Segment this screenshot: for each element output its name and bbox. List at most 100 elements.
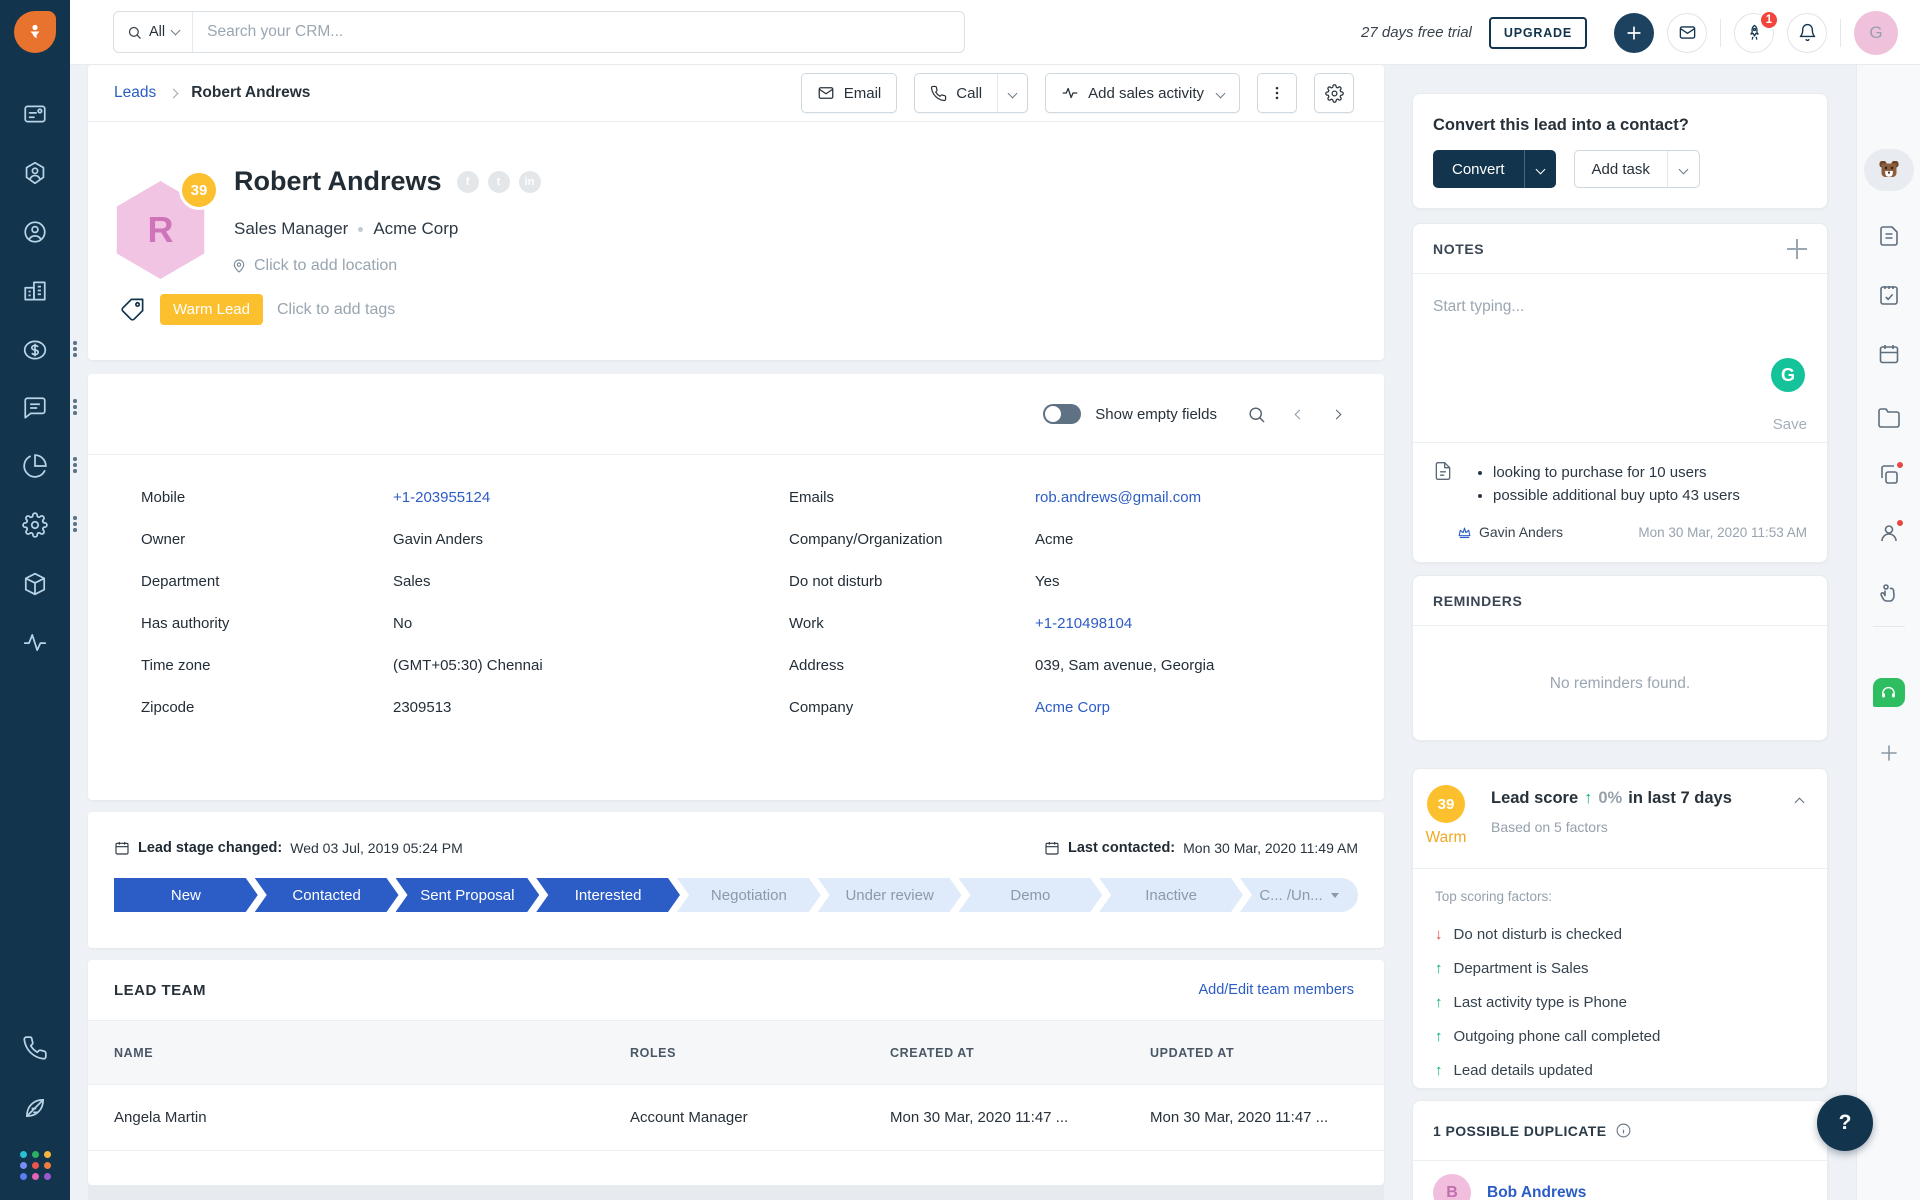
analytics-options-kebab[interactable] [73, 457, 78, 473]
field-label: Mobile [141, 489, 186, 506]
team-member-name: Angela Martin [114, 1109, 207, 1126]
layout-settings-button[interactable] [1314, 73, 1354, 113]
stage-negotiation[interactable]: Negotiation [677, 878, 821, 912]
add-task-split-button[interactable]: Add task [1573, 150, 1700, 188]
field-value-emails[interactable]: rob.andrews@gmail.com [1035, 489, 1384, 506]
add-edit-team-members-link[interactable]: Add/Edit team members [1198, 982, 1354, 998]
sidebar-item-phone[interactable] [22, 1035, 48, 1061]
deals-options-kebab[interactable] [73, 341, 78, 357]
add-note-button[interactable] [1787, 238, 1807, 259]
convert-split-button[interactable]: Convert [1433, 150, 1556, 188]
sidebar-item-leads[interactable] [22, 160, 48, 186]
sidebar-item-apps[interactable] [20, 1151, 52, 1180]
lead-team-row[interactable]: Angela Martin Account Manager Mon 30 Mar… [88, 1085, 1384, 1151]
sidebar-item-deals[interactable] [22, 337, 48, 363]
rail-notes-button[interactable] [1877, 224, 1901, 248]
rail-support-button[interactable] [1872, 678, 1905, 707]
sidebar-item-freddy[interactable] [22, 1095, 48, 1121]
convert-dropdown-toggle[interactable] [1523, 150, 1556, 188]
next-record-button[interactable] [1331, 409, 1342, 419]
note-item[interactable]: looking to purchase for 10 users possibl… [1413, 443, 1827, 507]
collapse-score-button[interactable] [1794, 793, 1805, 811]
notifications-button[interactable] [1787, 12, 1827, 53]
rail-participants-button[interactable] [1877, 518, 1905, 545]
save-note-button[interactable]: Save [1773, 416, 1807, 433]
apps-grid-dot [44, 1173, 51, 1180]
stage-contacted[interactable]: Contacted [255, 878, 399, 912]
stage-overflow-dropdown[interactable]: C... /Un... [1240, 878, 1358, 912]
field-value-work-phone[interactable]: +1-210498104 [1035, 615, 1384, 632]
stage-sent-proposal[interactable]: Sent Proposal [396, 878, 540, 912]
sidebar-item-analytics[interactable] [22, 453, 48, 479]
sidebar-item-products[interactable] [22, 571, 48, 597]
facebook-icon[interactable]: f [456, 170, 479, 193]
sidebar-item-conversations[interactable] [22, 395, 48, 421]
email-inbox-button[interactable] [1667, 12, 1707, 53]
alert-dot [1894, 460, 1905, 470]
settings-options-kebab[interactable] [73, 516, 78, 532]
grammarly-icon[interactable]: G [1771, 358, 1805, 392]
note-editor[interactable]: Start typing... G Save [1413, 274, 1827, 443]
freshworks-logo[interactable] [14, 11, 56, 53]
search-scope-selector[interactable]: All [114, 12, 194, 52]
email-button[interactable]: Email [800, 73, 898, 113]
add-task-button[interactable]: Add task [1575, 161, 1667, 178]
freddy-assistant-button[interactable] [1863, 149, 1914, 191]
stage-demo[interactable]: Demo [959, 878, 1103, 912]
info-icon[interactable] [1615, 1122, 1632, 1139]
upgrade-button[interactable]: UPGRADE [1488, 16, 1587, 49]
column-header-created-at: CREATED AT [890, 1045, 975, 1060]
field-label: Do not disturb [789, 573, 883, 590]
caret-down-icon [1330, 892, 1339, 898]
scoring-factors-heading: Top scoring factors: [1435, 889, 1553, 904]
breadcrumb-leads-link[interactable]: Leads [114, 84, 156, 102]
stage-new[interactable]: New [114, 878, 258, 912]
previous-record-button[interactable] [1294, 409, 1305, 419]
lead-tag-warm-lead[interactable]: Warm Lead [160, 294, 263, 325]
sidebar-item-accounts[interactable] [22, 278, 48, 304]
add-sales-activity-button[interactable]: Add sales activity [1045, 73, 1240, 113]
add-task-dropdown-toggle[interactable] [1666, 151, 1699, 187]
conversations-options-kebab[interactable] [73, 399, 78, 415]
sidebar-item-dashboard[interactable] [22, 101, 48, 127]
sidebar-item-contacts[interactable] [22, 219, 48, 245]
search-fields-button[interactable] [1247, 405, 1266, 424]
lead-company[interactable]: Acme Corp [373, 219, 458, 239]
stage-inactive[interactable]: Inactive [1099, 878, 1243, 912]
stage-interested[interactable]: Interested [536, 878, 680, 912]
linkedin-icon[interactable]: in [518, 170, 541, 193]
duplicate-person-row[interactable]: B Bob Andrews [1413, 1161, 1827, 1200]
help-button[interactable]: ? [1817, 1095, 1873, 1151]
call-split-button[interactable]: Call [914, 73, 1029, 113]
whats-new-button[interactable]: 1 [1734, 9, 1779, 53]
field-label: Time zone [141, 657, 211, 674]
add-tags-placeholder[interactable]: Click to add tags [277, 301, 395, 319]
duplicate-avatar: B [1433, 1174, 1471, 1200]
sidebar-item-settings[interactable] [22, 512, 48, 538]
convert-button[interactable]: Convert [1433, 161, 1524, 178]
quick-add-button[interactable] [1614, 12, 1654, 53]
freddy-dog-icon [1879, 161, 1898, 177]
global-search[interactable]: All [113, 11, 965, 53]
more-actions-kebab-button[interactable] [1257, 73, 1297, 113]
twitter-icon[interactable]: t [487, 170, 510, 193]
field-value-mobile[interactable]: +1-203955124 [393, 489, 789, 506]
show-empty-fields-toggle[interactable] [1043, 404, 1082, 424]
rail-automations-button[interactable] [1877, 582, 1901, 606]
rail-tasks-button[interactable] [1877, 283, 1901, 307]
app-nav-rail [0, 0, 70, 1200]
sidebar-item-activities[interactable] [22, 629, 48, 655]
call-button[interactable]: Call [915, 74, 997, 112]
stage-under-review[interactable]: Under review [818, 878, 962, 912]
duplicate-person-link[interactable]: Bob Andrews [1487, 1184, 1586, 1200]
user-avatar[interactable]: G [1854, 10, 1898, 55]
chevron-right-icon [168, 88, 179, 98]
add-location-placeholder[interactable]: Click to add location [231, 257, 397, 275]
rail-duplicates-button[interactable] [1877, 460, 1905, 487]
search-input[interactable] [193, 23, 964, 41]
rail-calendar-button[interactable] [1877, 342, 1901, 366]
rail-files-button[interactable] [1877, 406, 1901, 430]
call-dropdown-toggle[interactable] [997, 74, 1027, 112]
rail-add-widget-button[interactable] [1877, 741, 1901, 765]
field-value-company-link[interactable]: Acme Corp [1035, 699, 1384, 716]
